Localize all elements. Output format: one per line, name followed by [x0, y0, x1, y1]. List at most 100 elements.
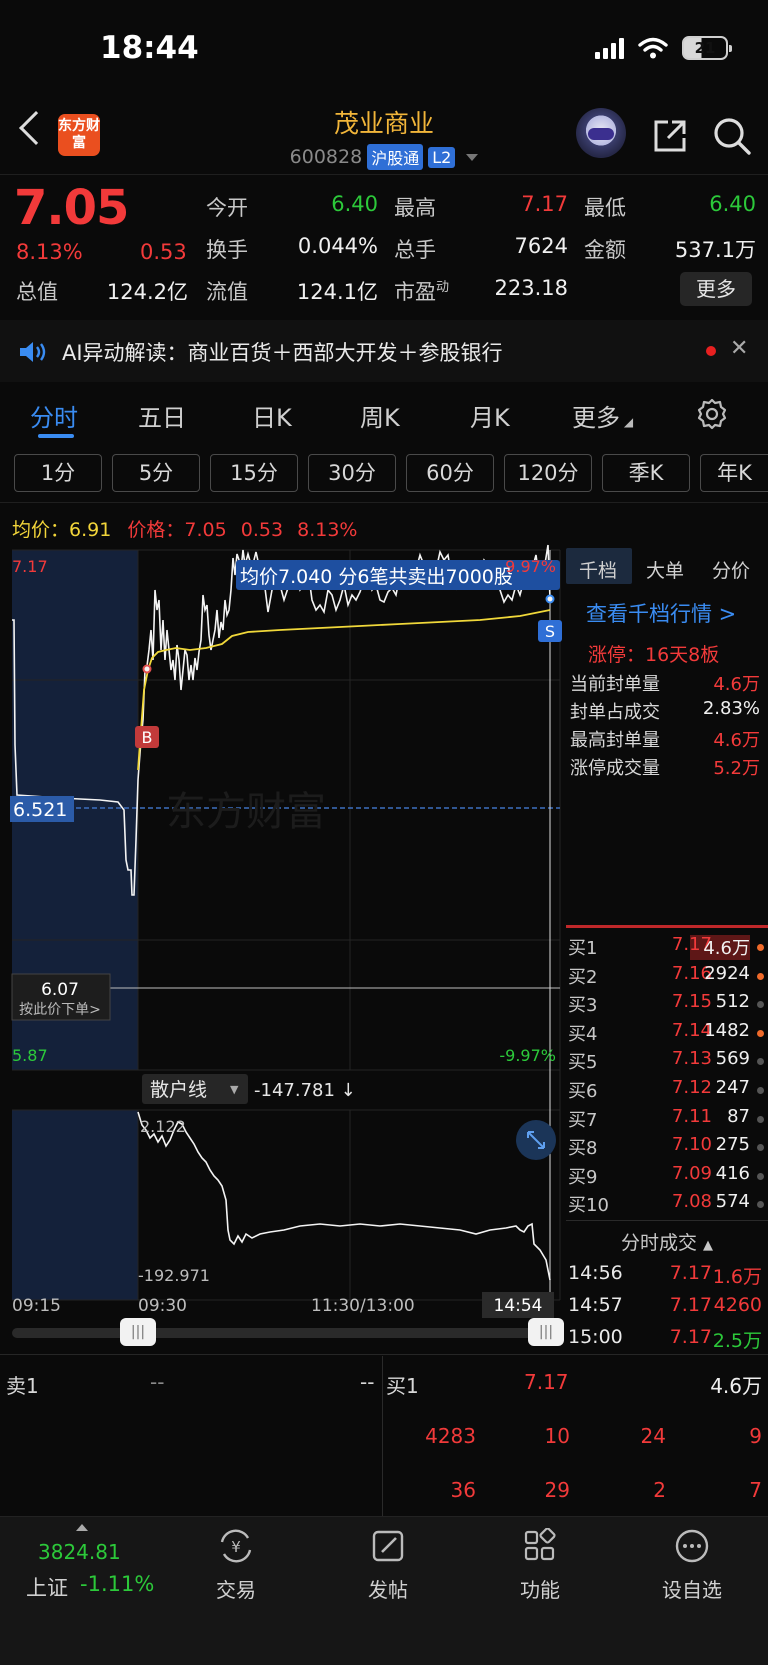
x-label-1130: 11:30/13:00 — [311, 1296, 415, 1316]
range-slider-left-handle[interactable]: ||| — [120, 1318, 156, 1346]
tab-fenshi[interactable]: 分时 — [30, 398, 78, 433]
bid-label: 买6 — [568, 1081, 598, 1102]
nav-add-watchlist[interactable]: 设自选 — [632, 1528, 752, 1603]
bid-row[interactable]: 买2 7.16 2924 — [566, 963, 768, 991]
open-value: 6.40 — [331, 192, 378, 216]
bid-price: 7.17 — [671, 934, 712, 955]
bid-price: 7.16 — [671, 962, 712, 984]
period-30min[interactable]: 30分 — [308, 454, 396, 492]
bid-row[interactable]: 买8 7.10 275 — [566, 1134, 768, 1162]
limit-up-info: 涨停：16天8板 — [588, 644, 720, 666]
bid-indicator-dot — [757, 944, 764, 951]
tab-day-k[interactable]: 日K — [252, 398, 292, 433]
ai-text[interactable]: AI异动解读：商业百货＋西部大开发＋参股银行 — [62, 337, 503, 367]
change-amt: 0.53 — [140, 240, 187, 264]
bid-row[interactable]: 买10 7.08 574 — [566, 1191, 768, 1219]
tab-month-k[interactable]: 月K — [470, 398, 510, 433]
share-icon[interactable] — [652, 118, 688, 154]
order-price-hint: 按此价下单> — [19, 1002, 101, 1018]
search-icon[interactable] — [712, 116, 752, 156]
gear-icon[interactable] — [696, 398, 728, 430]
nav-functions[interactable]: 功能 — [480, 1527, 600, 1603]
high-value: 7.17 — [521, 192, 568, 216]
range-slider-track[interactable] — [12, 1328, 558, 1338]
bid-indicator-dot — [757, 1058, 764, 1066]
queue-value: 36 — [450, 1478, 476, 1502]
bid-price: 7.10 — [671, 1134, 712, 1156]
period-1min[interactable]: 1分 — [14, 454, 102, 492]
open-label: 今开 — [206, 196, 248, 220]
bid-volume: 4.6万 — [703, 938, 750, 959]
book-divider — [382, 1356, 383, 1516]
watermark: 东方财富 — [166, 789, 326, 835]
status-time: 18:44 — [100, 30, 199, 66]
battery-icon: 21 — [682, 36, 732, 60]
bid-row[interactable]: 买7 7.11 87 — [566, 1106, 768, 1134]
buy-marker-label: B — [142, 728, 153, 747]
period-15min[interactable]: 15分 — [210, 454, 298, 492]
bid-indicator-dot — [757, 1115, 764, 1123]
bid-indicator-dot — [757, 1029, 764, 1037]
queue-value: 7 — [749, 1478, 762, 1502]
mktcap-label: 总值 — [16, 280, 58, 304]
bid-row[interactable]: 买6 7.12 247 — [566, 1077, 768, 1105]
bid-row[interactable]: 买9 7.09 416 — [566, 1163, 768, 1191]
stat-row: 当前封单量 4.6万 — [570, 674, 760, 695]
bid-row[interactable]: 买4 7.14 1482 — [566, 1020, 768, 1048]
intraday-chart[interactable]: 东方财富 B S 均价7.040 分6笔共卖出7000股 7.17 5.87 9… — [0, 540, 566, 1320]
trade-time: 15:00 — [568, 1326, 623, 1348]
bid-row[interactable]: 买5 7.13 569 — [566, 1048, 768, 1076]
period-120min[interactable]: 120分 — [504, 454, 592, 492]
bid-price: 7.11 — [671, 1105, 712, 1127]
trade-ticks-title[interactable]: 分时成交 ▲ — [566, 1228, 768, 1255]
bid-volume: 87 — [727, 1105, 750, 1127]
period-season-k[interactable]: 季K — [602, 454, 690, 492]
bid-volume: 569 — [715, 1048, 750, 1070]
bid-label: 买5 — [568, 1052, 598, 1074]
range-slider-right-handle[interactable]: ||| — [528, 1318, 564, 1346]
period-60min[interactable]: 60分 — [406, 454, 494, 492]
tab-week-k[interactable]: 周K — [360, 398, 400, 433]
period-5min[interactable]: 5分 — [112, 454, 200, 492]
speaker-icon — [20, 342, 46, 362]
tab-qiandang[interactable]: 千档 — [579, 556, 617, 583]
bid-row[interactable]: 买3 7.15 512 — [566, 991, 768, 1019]
close-icon[interactable]: ✕ — [730, 336, 748, 361]
float-value: 124.1亿 — [296, 280, 378, 304]
index-name[interactable]: 上证 — [26, 1572, 68, 1602]
bid-label: 买3 — [568, 995, 598, 1017]
bid-row[interactable]: 买1 7.17 4.6万 — [566, 934, 768, 962]
sell1-price: -- — [150, 1370, 165, 1394]
tab-dadan[interactable]: 大单 — [646, 556, 684, 583]
unread-dot — [706, 346, 716, 356]
sell1-label: 卖1 — [6, 1374, 39, 1398]
chevron-down-icon[interactable] — [466, 153, 479, 161]
tab-fenjia[interactable]: 分价 — [712, 556, 750, 583]
queue-value: 4283 — [425, 1424, 476, 1448]
sell-marker-label: S — [545, 622, 555, 641]
trade-row: 14:57 7.17 4260 — [566, 1294, 768, 1324]
more-button[interactable]: 更多 — [680, 272, 752, 306]
tab-5day[interactable]: 五日 — [138, 398, 186, 433]
ai-robot-icon[interactable] — [576, 108, 626, 158]
trade-price: 7.17 — [669, 1294, 712, 1316]
trade-row: 14:56 7.17 1.6万 — [566, 1262, 768, 1292]
divider — [0, 174, 768, 175]
order-price-value: 6.07 — [41, 980, 79, 1000]
indicator-value: -147.781 ↓ — [254, 1080, 356, 1101]
nav-trade[interactable]: ¥ 交易 — [176, 1528, 296, 1603]
chevron-up-icon[interactable] — [76, 1524, 88, 1531]
nav-trade-label: 交易 — [216, 1578, 256, 1602]
index-pct[interactable]: -1.11% — [80, 1572, 154, 1596]
bid-volume: 247 — [715, 1077, 750, 1098]
tab-more[interactable]: 更多 ◢ — [572, 398, 633, 433]
x-label-0930: 09:30 — [138, 1296, 187, 1316]
stat-row: 最高封单量 4.6万 — [570, 730, 760, 751]
index-value[interactable]: 3824.81 — [38, 1540, 121, 1564]
divider — [566, 1220, 768, 1221]
period-year-k[interactable]: 年K — [700, 454, 768, 492]
view-orderbook-link[interactable]: 查看千档行情 > — [586, 598, 736, 628]
nav-post[interactable]: 发帖 — [328, 1528, 448, 1603]
bid-volume: 574 — [715, 1191, 750, 1213]
edit-icon — [372, 1530, 404, 1562]
